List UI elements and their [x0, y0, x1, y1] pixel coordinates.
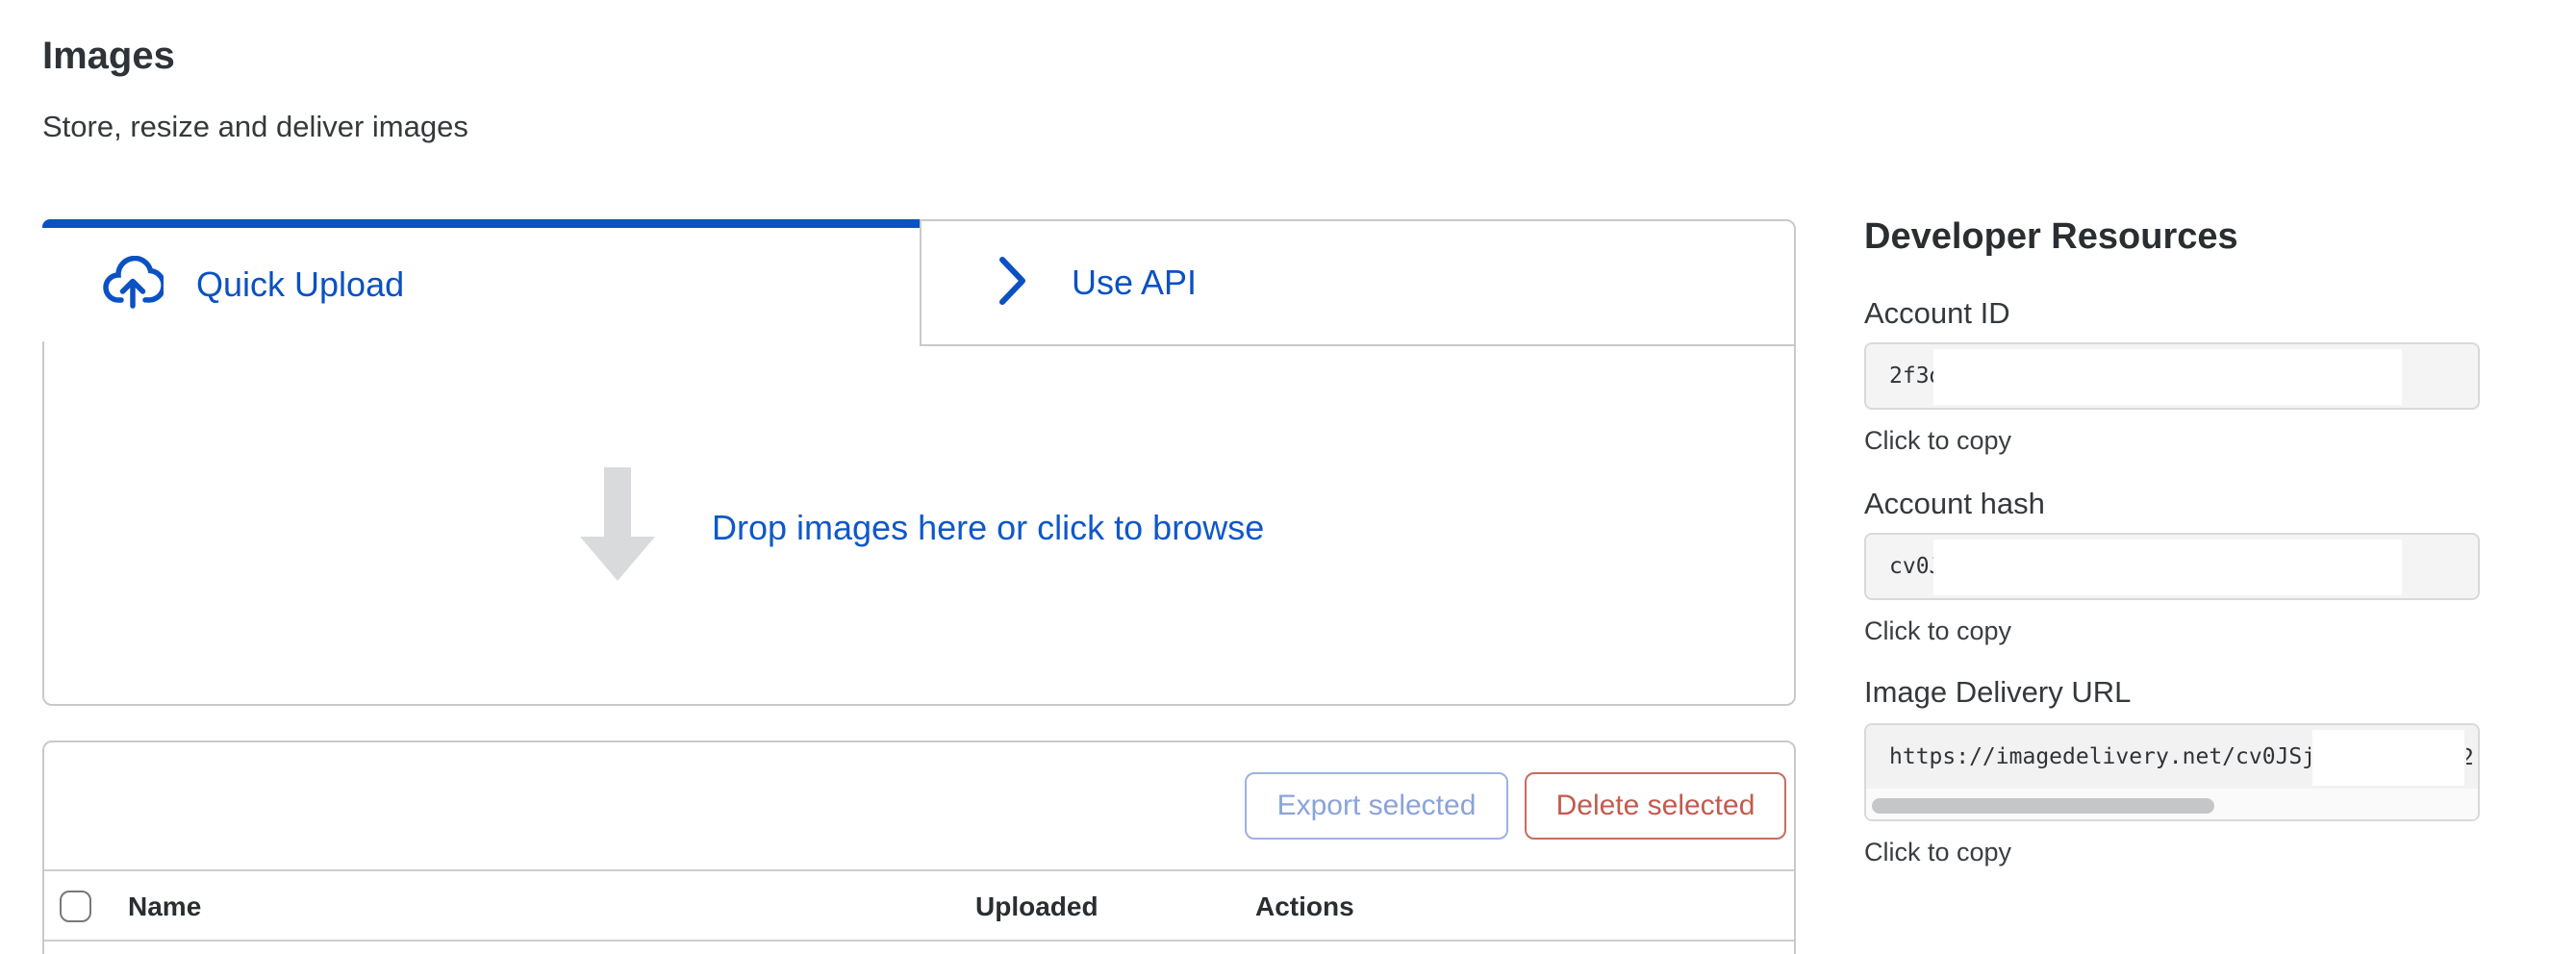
delete-selected-button[interactable]: Delete selected [1525, 772, 1786, 840]
divider [44, 940, 1794, 941]
select-all-checkbox[interactable] [60, 891, 91, 922]
tab-quick-upload[interactable]: Quick Upload [42, 228, 922, 341]
account-hash-value-box[interactable]: cv0J [1864, 533, 2480, 600]
page-title: Images [42, 33, 175, 79]
page-subtitle: Store, resize and deliver images [42, 108, 468, 146]
account-id-value-box[interactable]: 2f3d [1864, 342, 2480, 410]
active-tab-indicator [42, 219, 922, 228]
tab-use-api-label: Use API [1072, 263, 1197, 303]
image-delivery-url-value-box[interactable]: https://imagedelivery.net/cv0JSj 2 [1864, 723, 2480, 821]
horizontal-scrollbar-track [1866, 789, 2478, 821]
chevron-right-icon [998, 254, 1027, 313]
down-arrow-icon [580, 467, 655, 588]
column-header-actions: Actions [1255, 890, 1354, 924]
tab-use-api[interactable]: Use API [920, 219, 1796, 346]
account-id-label: Account ID [1864, 294, 2010, 333]
image-delivery-url-copy-hint[interactable]: Click to copy [1864, 835, 2011, 869]
redaction-overlay [1933, 349, 2402, 405]
cloud-upload-icon [102, 256, 164, 314]
redacted-value-fragment: 2 [2466, 730, 2478, 786]
tab-quick-upload-label: Quick Upload [196, 264, 404, 305]
horizontal-scrollbar-thumb[interactable] [1872, 798, 2214, 814]
column-header-uploaded: Uploaded [975, 890, 1099, 924]
image-delivery-url-label: Image Delivery URL [1864, 673, 2131, 712]
developer-resources-heading: Developer Resources [1864, 213, 2238, 260]
account-id-copy-hint[interactable]: Click to copy [1864, 423, 2011, 458]
account-hash-copy-hint[interactable]: Click to copy [1864, 614, 2011, 648]
divider [44, 869, 1794, 871]
export-selected-button[interactable]: Export selected [1245, 772, 1508, 840]
account-hash-label: Account hash [1864, 485, 2045, 523]
image-list-panel: Export selected Delete selected Name Upl… [42, 741, 1796, 954]
dropzone-browse-link[interactable]: Drop images here or click to browse [712, 507, 1264, 549]
redaction-overlay [2312, 730, 2464, 786]
redaction-overlay [1933, 540, 2402, 595]
column-header-name: Name [128, 890, 201, 924]
